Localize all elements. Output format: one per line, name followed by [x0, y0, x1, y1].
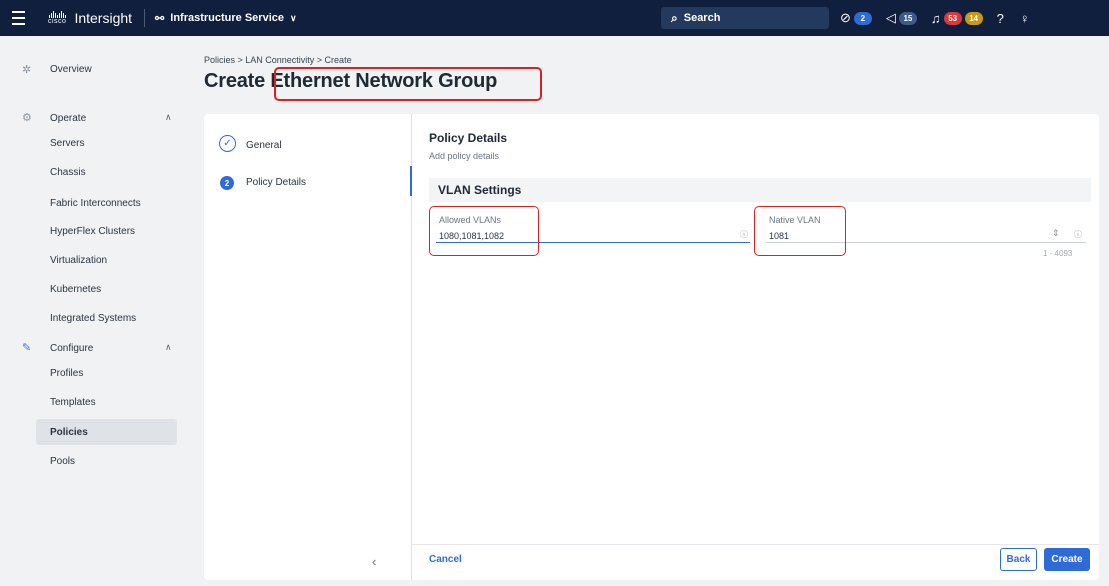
service-selector[interactable]: ⚯ Infrastructure Service ∨ [155, 12, 297, 25]
check-circle-icon: ⊘ [840, 10, 851, 25]
step-number-badge: 2 [220, 176, 234, 190]
operate-icon: ⚙ [22, 112, 32, 124]
footer-divider [411, 544, 1099, 545]
chevron-up-icon: ∧ [165, 112, 172, 122]
annotation-highlight-box [274, 67, 542, 101]
collapse-chevron-icon[interactable]: ‹ [372, 554, 376, 569]
sidebar: ✲ Overview ⚙ Operate ∧ Servers Chassis F… [0, 36, 190, 586]
bell-icon: ♫ [930, 10, 941, 26]
sidebar-item-servers[interactable]: Servers [50, 138, 84, 149]
form-title: Policy Details [429, 131, 508, 145]
annotation-highlight-box [429, 206, 539, 256]
wizard-steps: ✓ General 2 Policy Details ‹ [204, 114, 411, 580]
search-icon: ⌕ [671, 10, 678, 25]
user-button[interactable]: ♀ [1020, 11, 1030, 26]
create-button[interactable]: Create [1044, 548, 1090, 571]
sidebar-section-label: Operate [50, 113, 87, 124]
status-button[interactable]: ⊘ 2 [840, 10, 872, 26]
step-general[interactable]: General [246, 140, 282, 151]
check-circle-icon: ✓ [219, 135, 236, 152]
wizard-card: ✓ General 2 Policy Details ‹ Policy Deta… [204, 114, 1099, 580]
sidebar-item-policies[interactable]: Policies [50, 427, 88, 438]
sidebar-section-configure[interactable]: Configure ∧ [50, 342, 172, 354]
cancel-button[interactable]: Cancel [429, 554, 462, 565]
sidebar-section-label: Configure [50, 343, 94, 354]
announcements-badge: 15 [898, 11, 917, 25]
chevron-up-icon: ∧ [165, 342, 172, 352]
overview-icon: ✲ [22, 64, 32, 76]
help-button[interactable]: ? [997, 11, 1004, 26]
critical-alarms-badge: 53 [943, 11, 962, 25]
search-label: Search [683, 12, 721, 24]
sidebar-item-fabric-interconnects[interactable]: Fabric Interconnects [50, 198, 141, 209]
info-icon[interactable]: ⓘ [740, 229, 748, 240]
form-subtitle: Add policy details [429, 151, 500, 161]
top-icons: ⊘ 2 ◁ 15 ♫ 53 14 ? ♀ [840, 0, 1030, 36]
cisco-logo: cisco [48, 10, 66, 26]
help-icon: ? [996, 10, 1004, 26]
sidebar-item-profiles[interactable]: Profiles [50, 368, 83, 379]
warning-alarms-badge: 14 [964, 11, 983, 25]
stepper-icon[interactable]: ⇕ [1052, 228, 1060, 239]
service-label: Infrastructure Service [170, 12, 284, 24]
announcements-button[interactable]: ◁ 15 [886, 10, 917, 26]
back-button[interactable]: Back [1000, 548, 1037, 571]
sidebar-item-pools[interactable]: Pools [50, 456, 75, 467]
breadcrumb[interactable]: Policies > LAN Connectivity > Create [204, 55, 352, 65]
top-navigation-bar: cisco Intersight ⚯ Infrastructure Servic… [0, 0, 1109, 36]
sidebar-item-hyperflex-clusters[interactable]: HyperFlex Clusters [50, 226, 135, 237]
chevron-down-icon: ∨ [289, 12, 297, 23]
status-badge: 2 [853, 11, 872, 25]
sidebar-item-chassis[interactable]: Chassis [50, 167, 86, 178]
native-vlan-range-hint: 1 - 4093 [1043, 249, 1073, 258]
sidebar-item-kubernetes[interactable]: Kubernetes [50, 284, 101, 295]
sidebar-section-operate[interactable]: Operate ∧ [50, 112, 172, 124]
sidebar-item-integrated-systems[interactable]: Integrated Systems [50, 313, 136, 324]
active-step-indicator [410, 166, 412, 196]
menu-button[interactable] [0, 0, 36, 36]
user-icon: ♀ [1019, 10, 1030, 26]
sidebar-item-virtualization[interactable]: Virtualization [50, 255, 107, 266]
hamburger-icon [11, 9, 25, 27]
sidebar-item-overview[interactable]: Overview [50, 64, 92, 75]
sidebar-item-templates[interactable]: Templates [50, 397, 96, 408]
divider [144, 9, 146, 27]
step-policy-details[interactable]: Policy Details [246, 177, 306, 188]
annotation-highlight-box [754, 206, 846, 256]
section-header-vlan-settings: VLAN Settings [429, 178, 1091, 202]
megaphone-icon: ◁ [885, 10, 896, 25]
info-icon[interactable]: ⓘ [1074, 229, 1082, 240]
alarms-button[interactable]: ♫ 53 14 [931, 11, 983, 26]
search-button[interactable]: ⌕ Search [661, 7, 829, 29]
app-name: Intersight [74, 10, 133, 26]
service-icon: ⚯ [155, 12, 165, 25]
configure-icon: ✎ [22, 342, 32, 354]
